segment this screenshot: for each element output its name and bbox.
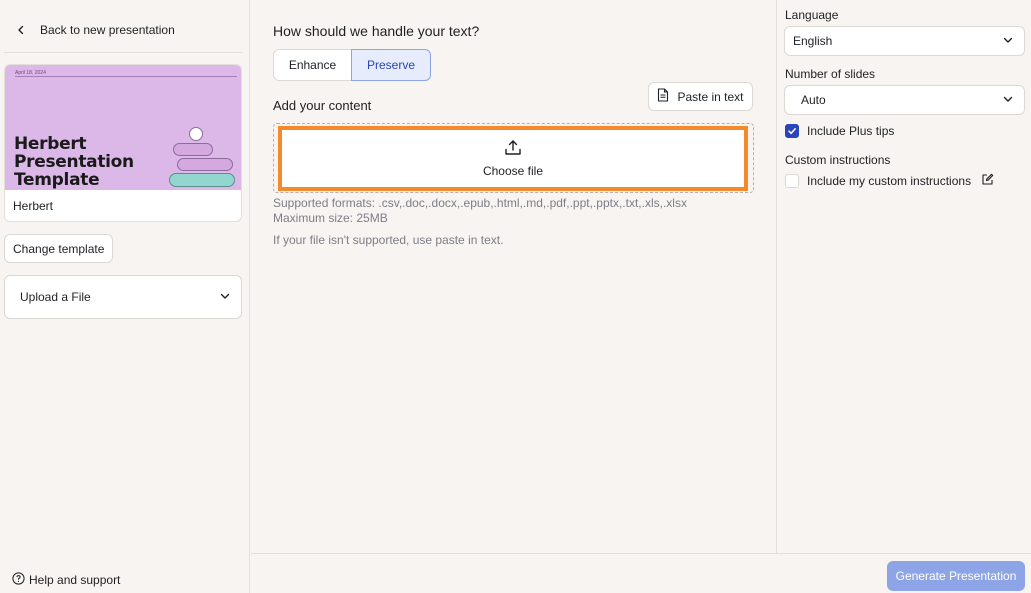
template-thumbnail: April 18, 2024 Herbert Presentation Temp… bbox=[5, 65, 241, 190]
language-value: English bbox=[793, 34, 833, 48]
enhance-mode-button[interactable]: Enhance bbox=[273, 49, 352, 81]
paste-label: Paste in text bbox=[677, 89, 744, 104]
thumbnail-rule bbox=[15, 76, 237, 77]
plus-tips-label: Include Plus tips bbox=[807, 124, 895, 138]
thumbnail-pill-shape-teal bbox=[169, 173, 235, 187]
thumbnail-title: Herbert Presentation Template bbox=[14, 135, 134, 189]
template-card[interactable]: April 18, 2024 Herbert Presentation Temp… bbox=[4, 64, 242, 222]
question-circle-icon bbox=[12, 572, 25, 588]
formats-line: Supported formats: .csv,.doc,.docx,.epub… bbox=[273, 196, 687, 210]
choose-file-dropzone[interactable]: Choose file bbox=[278, 126, 748, 191]
generate-presentation-button[interactable]: Generate Presentation bbox=[887, 561, 1025, 591]
max-size-line: Maximum size: 25MB bbox=[273, 211, 388, 225]
thumbnail-circle-shape bbox=[189, 127, 203, 141]
chevron-down-icon bbox=[1002, 34, 1014, 49]
edit-icon[interactable] bbox=[981, 173, 994, 189]
preserve-mode-button[interactable]: Preserve bbox=[351, 49, 431, 81]
custom-instructions-label: Include my custom instructions bbox=[807, 174, 972, 188]
change-template-button[interactable]: Change template bbox=[4, 234, 114, 263]
add-content-heading: Add your content bbox=[273, 98, 372, 113]
help-label: Help and support bbox=[29, 573, 121, 587]
text-mode-segmented-control: Enhance Preserve bbox=[273, 49, 431, 81]
sidebar-divider bbox=[4, 52, 242, 53]
settings-panel: Language English Number of slides Auto I… bbox=[776, 0, 1031, 553]
check-icon bbox=[788, 128, 796, 135]
template-name: Herbert bbox=[13, 199, 54, 213]
plus-tips-row: Include Plus tips bbox=[785, 124, 894, 138]
chevron-down-icon bbox=[219, 290, 231, 305]
back-to-new-presentation-link[interactable]: Back to new presentation bbox=[14, 20, 175, 40]
document-icon bbox=[657, 88, 669, 105]
help-and-support-link[interactable]: Help and support bbox=[12, 572, 120, 588]
slides-label: Number of slides bbox=[785, 67, 876, 81]
thumbnail-pill-shape bbox=[173, 143, 213, 156]
chevron-left-icon bbox=[14, 23, 28, 37]
number-of-slides-select[interactable]: Auto bbox=[784, 85, 1025, 115]
text-handling-heading: How should we handle your text? bbox=[273, 23, 480, 39]
thumbnail-title-line-1: Herbert bbox=[14, 134, 87, 154]
paste-in-text-button[interactable]: Paste in text bbox=[648, 82, 753, 111]
upload-icon bbox=[504, 139, 522, 159]
footer-divider bbox=[251, 553, 1031, 554]
plus-tips-checkbox[interactable] bbox=[785, 124, 799, 138]
custom-instructions-row: Include my custom instructions bbox=[785, 173, 994, 189]
custom-instructions-heading: Custom instructions bbox=[785, 153, 891, 167]
supported-formats-text: Supported formats: .csv,.doc,.docx,.epub… bbox=[273, 196, 687, 226]
left-sidebar: Back to new presentation April 18, 2024 … bbox=[0, 0, 250, 593]
language-label: Language bbox=[785, 8, 839, 22]
back-label: Back to new presentation bbox=[40, 23, 175, 37]
thumbnail-title-line-3: Template bbox=[14, 170, 100, 190]
unsupported-file-note: If your file isn't supported, use paste … bbox=[273, 233, 504, 247]
thumbnail-title-line-2: Presentation bbox=[14, 152, 134, 172]
language-select[interactable]: English bbox=[784, 26, 1025, 56]
slides-value: Auto bbox=[801, 93, 826, 107]
custom-instructions-checkbox[interactable] bbox=[785, 174, 799, 188]
chevron-down-icon bbox=[1002, 93, 1014, 108]
main-content: How should we handle your text? Enhance … bbox=[251, 0, 776, 553]
thumbnail-pill-shape bbox=[177, 158, 233, 171]
upload-dropdown-label: Upload a File bbox=[20, 290, 91, 304]
upload-file-dropdown[interactable]: Upload a File bbox=[4, 275, 242, 319]
choose-file-label: Choose file bbox=[482, 164, 544, 178]
